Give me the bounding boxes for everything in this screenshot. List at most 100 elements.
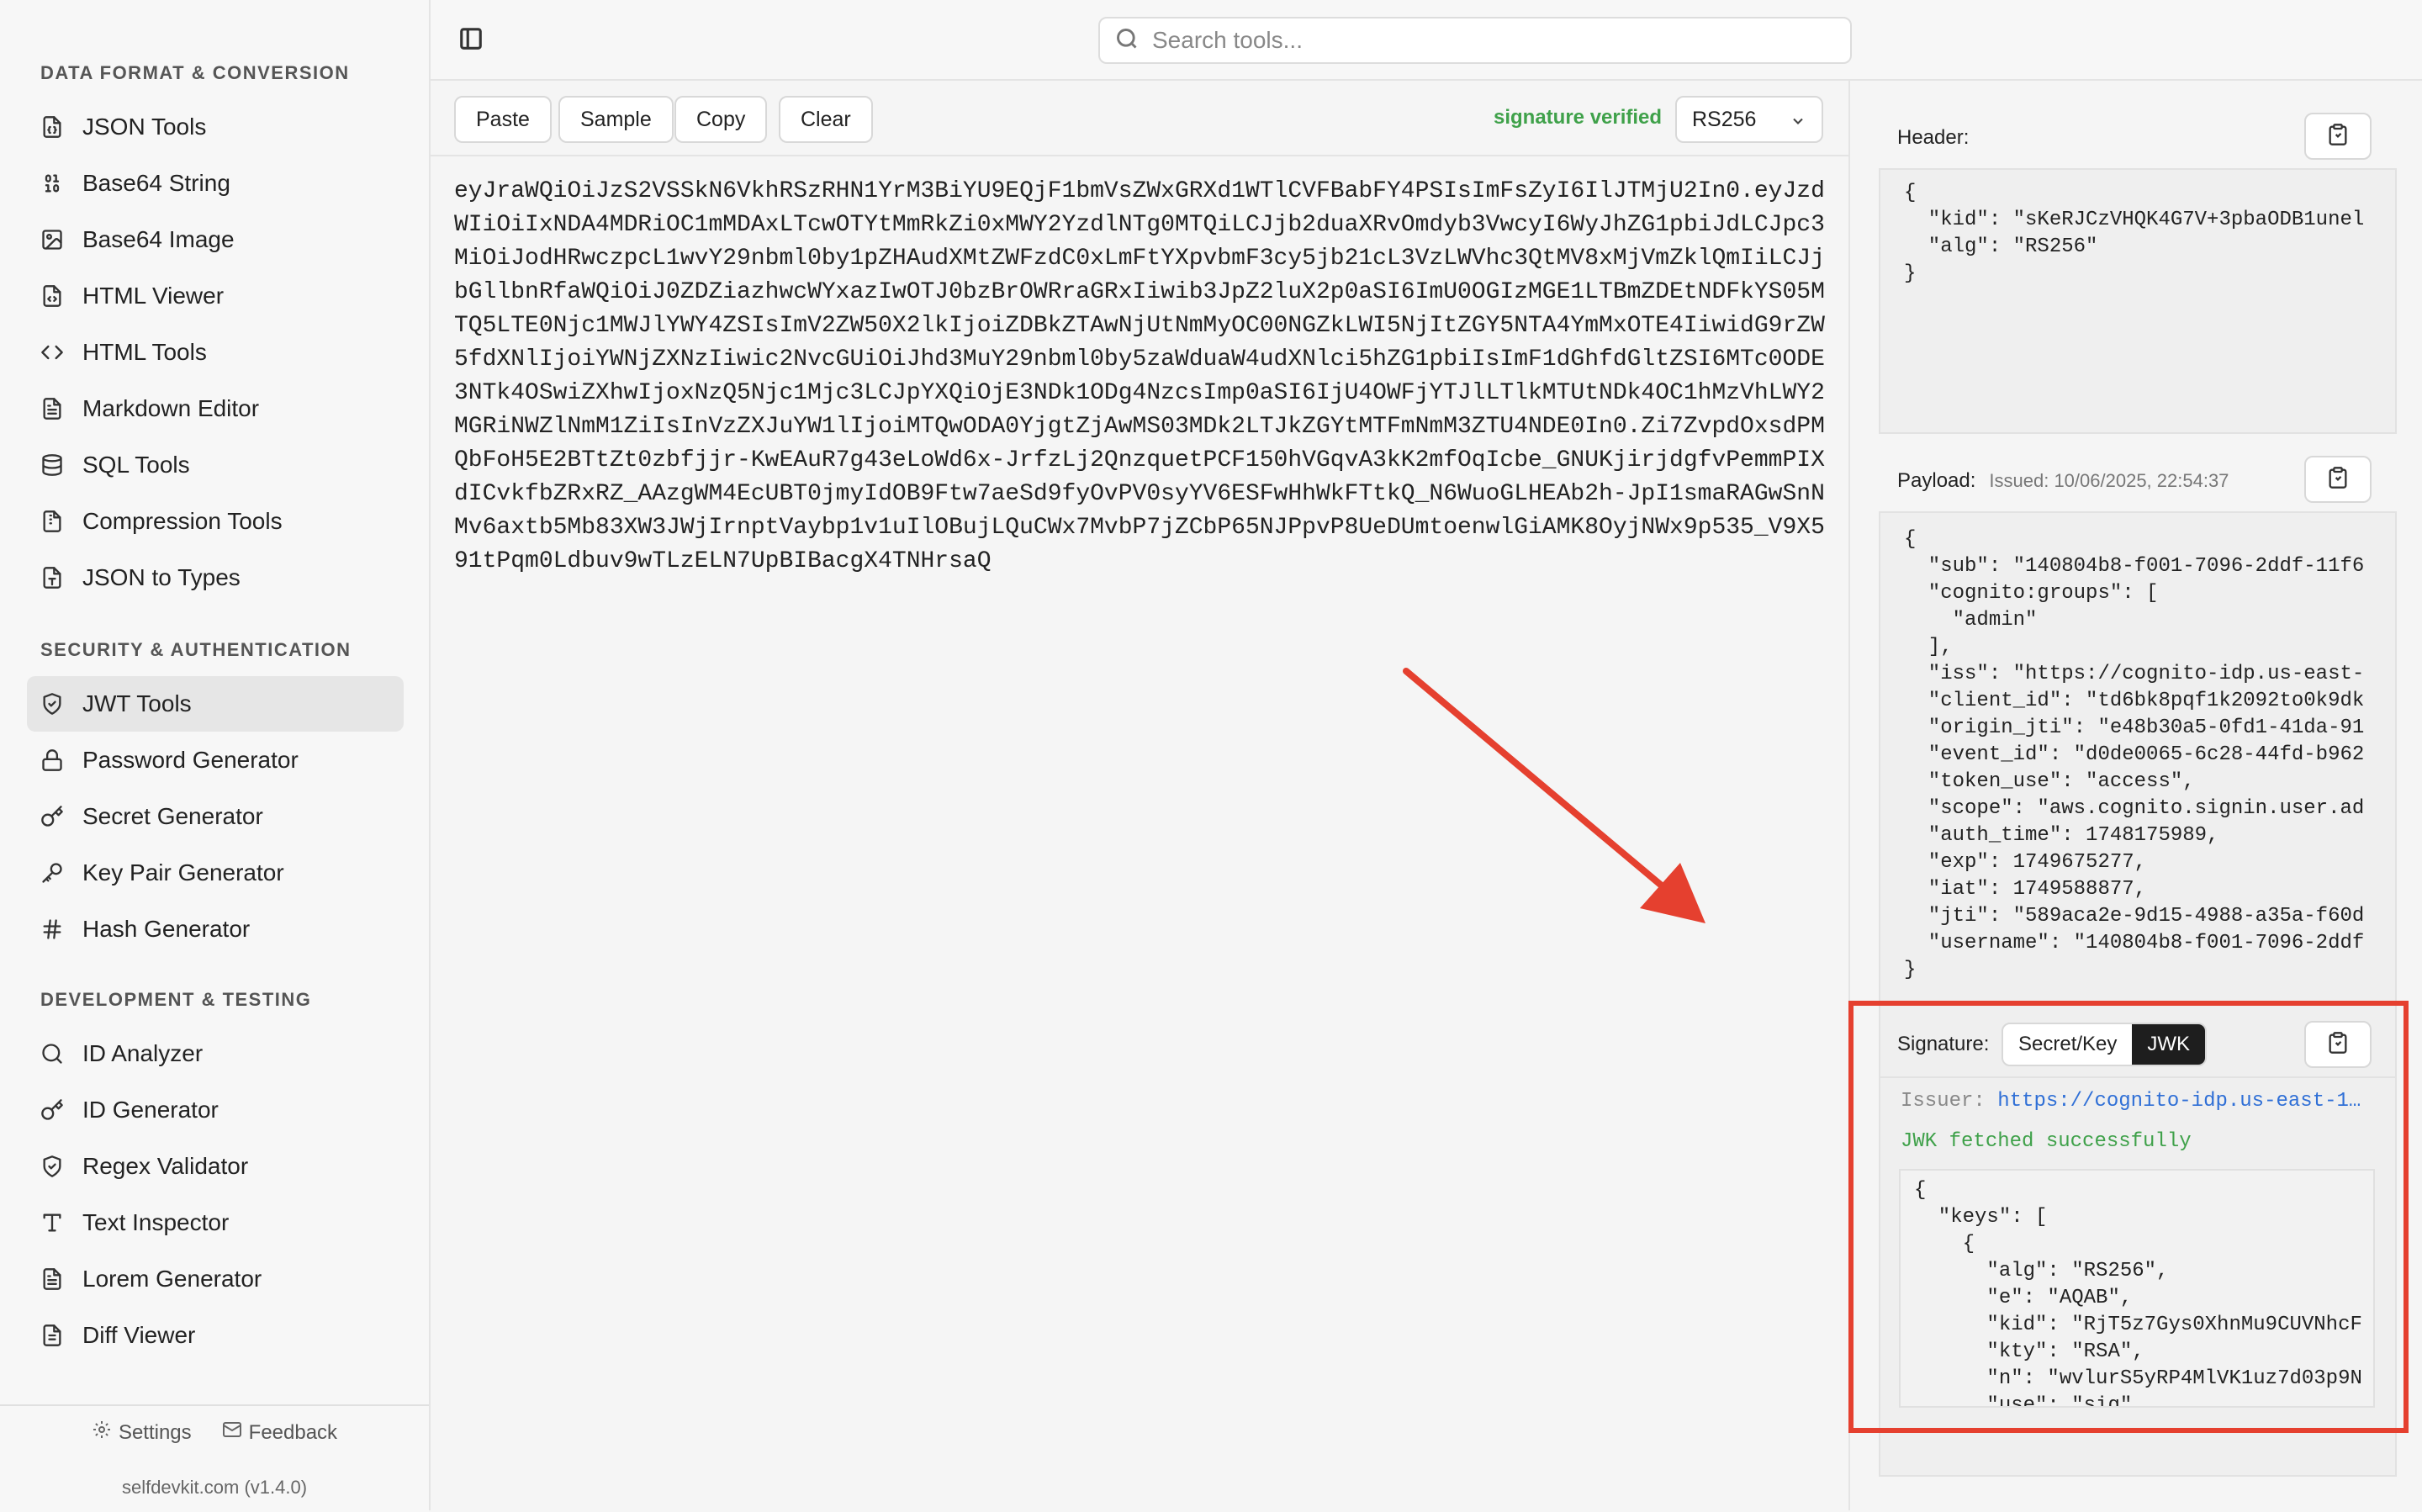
sidebar: DATA FORMAT & CONVERSION JSON Tools Base…	[0, 0, 431, 1512]
sidebar-item-label: Regex Validator	[82, 1153, 249, 1179]
paste-button[interactable]: Paste	[454, 96, 552, 143]
tab-jwk[interactable]: JWK	[2132, 1024, 2206, 1065]
mail-icon	[222, 1419, 242, 1446]
sidebar-item-label: Secret Generator	[82, 803, 263, 829]
sample-button[interactable]: Sample	[558, 96, 674, 143]
sidebar-item-jwt-tools[interactable]: JWT Tools	[27, 676, 404, 732]
panel-left-icon	[458, 26, 484, 56]
feedback-label: Feedback	[248, 1420, 338, 1444]
file-code-icon	[40, 284, 64, 308]
section-title-data-format: DATA FORMAT & CONVERSION	[40, 62, 350, 83]
issuer-label: Issuer:	[1901, 1090, 1986, 1113]
file-text-icon	[40, 1267, 64, 1291]
sidebar-item-markdown-editor[interactable]: Markdown Editor	[27, 381, 404, 436]
binary-icon	[40, 172, 64, 195]
image-icon	[40, 228, 64, 251]
sidebar-scroll-fade	[0, 1379, 429, 1404]
sidebar-item-label: JSON Tools	[82, 114, 207, 140]
payload-label: Payload:	[1897, 469, 1976, 492]
sidebar-item-json-to-types[interactable]: JSON to Types	[27, 550, 404, 605]
header-json: { "kid": "sKeRJCzVHQK4G7V+3pbaODB1unel "…	[1879, 168, 2397, 434]
editor-toolbar: Paste Sample Copy Clear signature verifi…	[431, 81, 1848, 156]
tab-secret-key[interactable]: Secret/Key	[2003, 1024, 2132, 1065]
header-label: Header:	[1897, 126, 1970, 149]
section-title-security: SECURITY & AUTHENTICATION	[40, 639, 352, 660]
jwt-token-input[interactable]: eyJraWQiOiJzS2VSSkN6VkhRSzRHN1YrM3BiYU9E…	[454, 175, 1833, 579]
key-round-icon	[40, 805, 64, 828]
token-editor-pane: Paste Sample Copy Clear signature verifi…	[431, 81, 1850, 1510]
sidebar-item-key-pair-generator[interactable]: Key Pair Generator	[27, 845, 404, 901]
sidebar-item-label: Lorem Generator	[82, 1266, 262, 1292]
sidebar-toggle-button[interactable]	[454, 24, 488, 57]
hash-icon	[40, 917, 64, 941]
lock-icon	[40, 748, 64, 772]
sidebar-item-base64-image[interactable]: Base64 Image	[27, 212, 404, 267]
settings-link[interactable]: Settings	[92, 1419, 192, 1446]
key-icon	[40, 861, 64, 885]
search-input[interactable]	[1150, 26, 1810, 55]
sidebar-item-diff-viewer[interactable]: Diff Viewer	[27, 1308, 404, 1363]
signature-status: signature verified	[1494, 106, 1663, 129]
sidebar-item-id-analyzer[interactable]: ID Analyzer	[27, 1026, 404, 1081]
shield-check-icon	[40, 692, 64, 716]
sidebar-item-text-inspector[interactable]: Text Inspector	[27, 1195, 404, 1250]
sidebar-item-compression-tools[interactable]: Compression Tools	[27, 494, 404, 549]
copy-payload-button[interactable]	[2304, 456, 2372, 503]
sidebar-item-sql-tools[interactable]: SQL Tools	[27, 437, 404, 493]
sidebar-item-label: Compression Tools	[82, 508, 283, 534]
key-round-icon	[40, 1098, 64, 1122]
copy-button[interactable]: Copy	[674, 96, 768, 143]
file-diff-icon	[40, 1324, 64, 1347]
clipboard-copy-icon	[2326, 123, 2350, 151]
copy-header-button[interactable]	[2304, 113, 2372, 160]
search-icon	[1115, 27, 1150, 55]
settings-label: Settings	[118, 1420, 192, 1444]
sidebar-item-html-viewer[interactable]: HTML Viewer	[27, 268, 404, 324]
sidebar-item-regex-validator[interactable]: Regex Validator	[27, 1139, 404, 1194]
version-text: selfdevkit.com (v1.4.0)	[121, 1477, 308, 1498]
sidebar-item-json-tools[interactable]: JSON Tools	[27, 99, 404, 155]
top-bar	[431, 0, 2422, 81]
search-icon	[40, 1042, 64, 1065]
sidebar-item-label: Base64 String	[82, 170, 230, 196]
shield-check-icon	[40, 1155, 64, 1178]
sidebar-item-label: HTML Tools	[82, 339, 207, 365]
sidebar-item-label: JSON to Types	[82, 564, 241, 590]
sidebar-item-base64-string[interactable]: Base64 String	[27, 156, 404, 211]
sidebar-item-password-generator[interactable]: Password Generator	[27, 732, 404, 788]
sidebar-item-id-generator[interactable]: ID Generator	[27, 1082, 404, 1138]
jwk-json[interactable]: { "keys": [ { "alg": "RS256", "e": "AQAB…	[1899, 1169, 2375, 1408]
sidebar-item-label: Markdown Editor	[82, 395, 260, 421]
archive-icon	[40, 510, 64, 533]
clipboard-copy-icon	[2326, 1031, 2350, 1059]
copy-signature-button[interactable]	[2304, 1021, 2372, 1068]
clipboard-copy-icon	[2326, 466, 2350, 494]
sidebar-item-hash-generator[interactable]: Hash Generator	[27, 901, 404, 957]
sidebar-item-label: Hash Generator	[82, 916, 251, 942]
file-text-icon	[40, 397, 64, 420]
sidebar-item-label: HTML Viewer	[82, 283, 225, 309]
sidebar-item-lorem-generator[interactable]: Lorem Generator	[27, 1251, 404, 1307]
sidebar-item-label: Base64 Image	[82, 226, 235, 252]
search-box[interactable]	[1098, 17, 1852, 64]
decoded-panel: Header: { "kid": "sKeRJCzVHQK4G7V+3pbaOD…	[1850, 81, 2422, 1510]
sidebar-item-label: JWT Tools	[82, 690, 192, 716]
file-json-icon	[40, 115, 64, 139]
algorithm-select[interactable]: RS256	[1675, 96, 1823, 143]
database-icon	[40, 453, 64, 477]
sidebar-item-label: ID Analyzer	[82, 1040, 204, 1066]
sidebar-item-secret-generator[interactable]: Secret Generator	[27, 789, 404, 844]
sidebar-footer: Settings Feedback selfdevkit.com (v1.4.0…	[0, 1404, 429, 1512]
signature-body: Issuer: https://cognito-idp.us-east-1… J…	[1879, 1076, 2397, 1477]
sidebar-item-label: Password Generator	[82, 747, 299, 773]
payload-label-row: Payload: Issued: 10/06/2025, 22:54:37	[1897, 469, 2229, 493]
feedback-link[interactable]: Feedback	[222, 1419, 337, 1446]
sidebar-item-label: Key Pair Generator	[82, 859, 284, 886]
clear-button[interactable]: Clear	[779, 96, 873, 143]
signature-mode-toggle: Secret/Key JWK	[2002, 1023, 2208, 1066]
file-type-icon	[40, 566, 64, 589]
sidebar-item-html-tools[interactable]: HTML Tools	[27, 325, 404, 380]
issuer-link[interactable]: https://cognito-idp.us-east-1…	[1997, 1090, 2361, 1113]
issued-timestamp: Issued: 10/06/2025, 22:54:37	[1989, 470, 2229, 491]
type-icon	[40, 1211, 64, 1234]
